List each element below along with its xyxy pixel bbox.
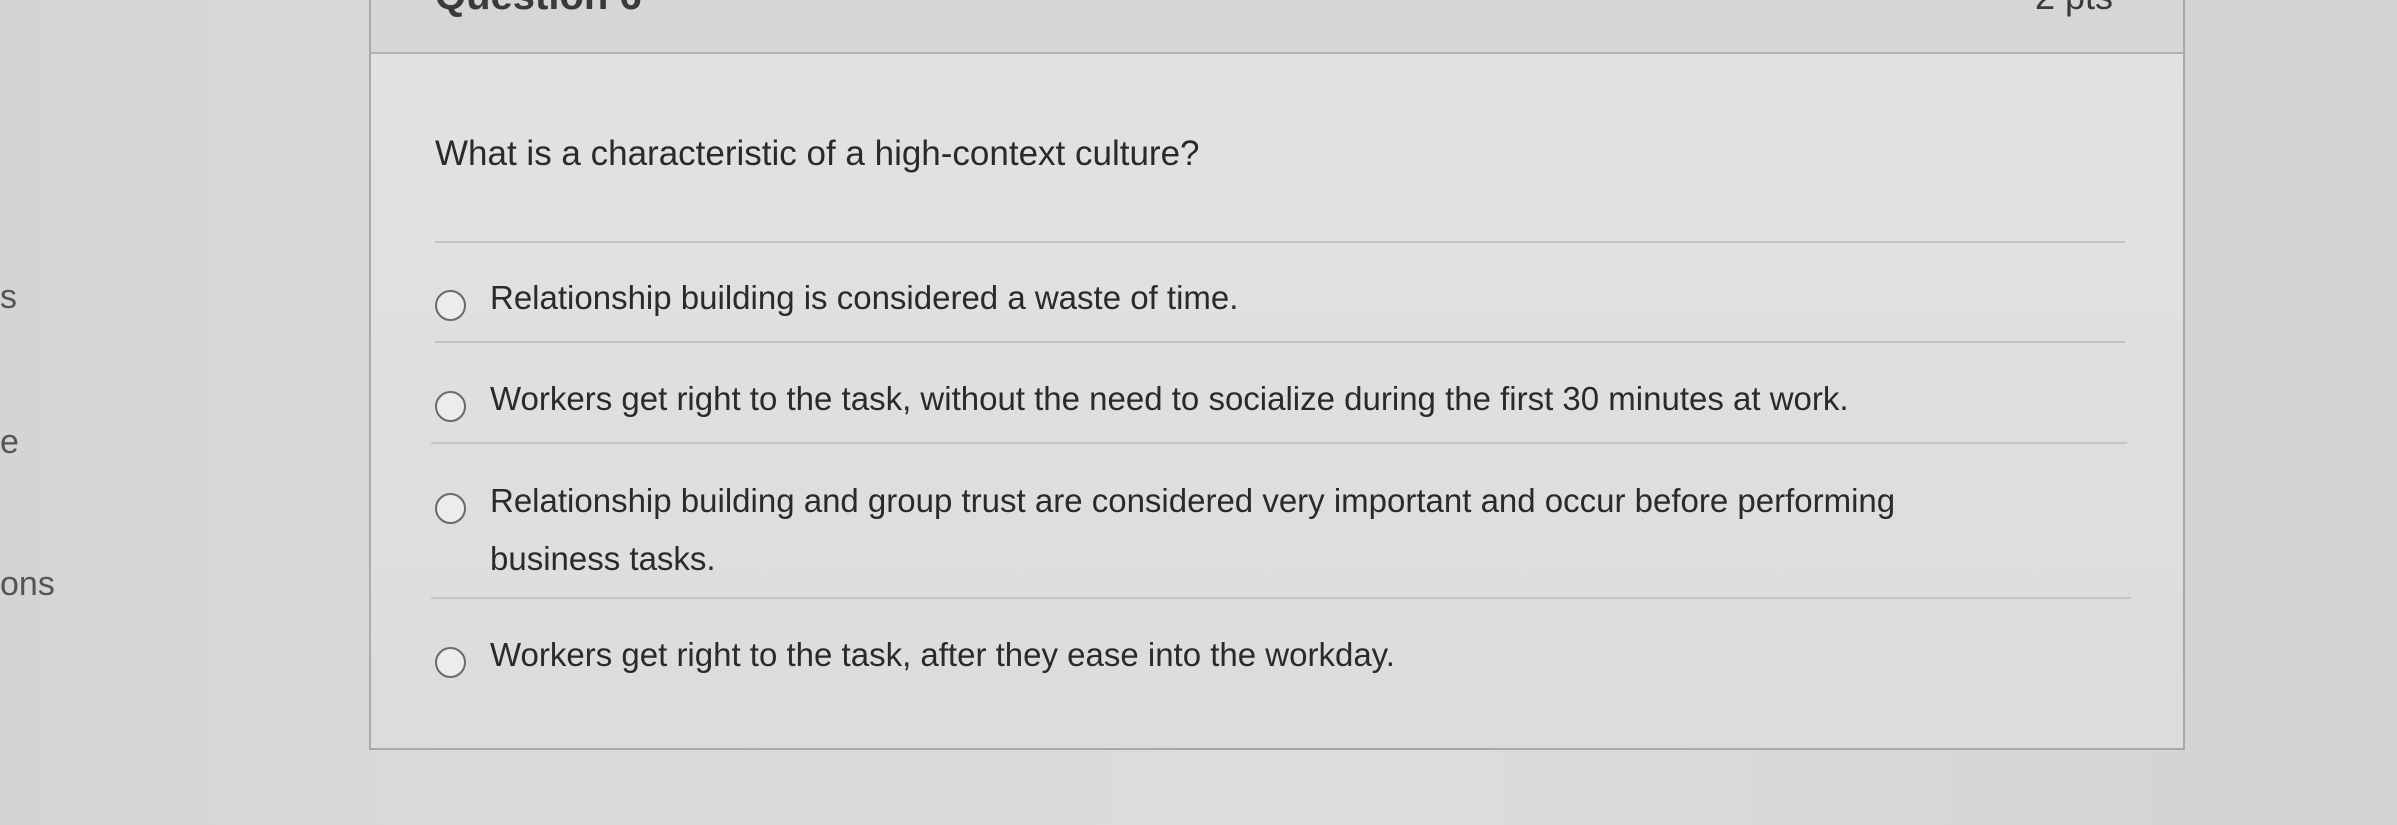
answer-label: Relationship building and group trust ar… bbox=[490, 482, 1896, 577]
divider bbox=[431, 442, 2127, 444]
divider bbox=[435, 241, 2125, 243]
answer-label: Workers get right to the task, without t… bbox=[490, 380, 1849, 417]
question-points: 2 pts bbox=[2035, 0, 2113, 18]
answer-option[interactable]: Workers get right to the task, without t… bbox=[435, 380, 1849, 428]
question-card: Question 6 2 pts What is a characteristi… bbox=[369, 0, 2185, 750]
divider bbox=[431, 597, 2131, 599]
divider bbox=[435, 341, 2125, 343]
sidebar-nav-fragment[interactable]: s bbox=[0, 278, 17, 317]
radio-button-icon[interactable] bbox=[435, 493, 466, 524]
answer-option[interactable]: Workers get right to the task, after the… bbox=[435, 636, 1395, 684]
question-title: Question 6 bbox=[435, 0, 642, 19]
sidebar-nav-fragment[interactable]: ons bbox=[0, 565, 55, 604]
radio-button-icon[interactable] bbox=[435, 391, 466, 422]
question-text: What is a characteristic of a high-conte… bbox=[435, 134, 1200, 173]
answer-option[interactable]: Relationship building and group trust ar… bbox=[435, 482, 1970, 588]
question-header: Question 6 2 pts bbox=[371, 0, 2183, 54]
answer-option[interactable]: Relationship building is considered a wa… bbox=[435, 279, 1238, 327]
answer-label: Workers get right to the task, after the… bbox=[490, 636, 1395, 673]
radio-button-icon[interactable] bbox=[435, 290, 466, 321]
radio-button-icon[interactable] bbox=[435, 647, 466, 678]
answer-label: Relationship building is considered a wa… bbox=[490, 279, 1239, 316]
sidebar-nav-fragment[interactable]: e bbox=[0, 423, 19, 462]
